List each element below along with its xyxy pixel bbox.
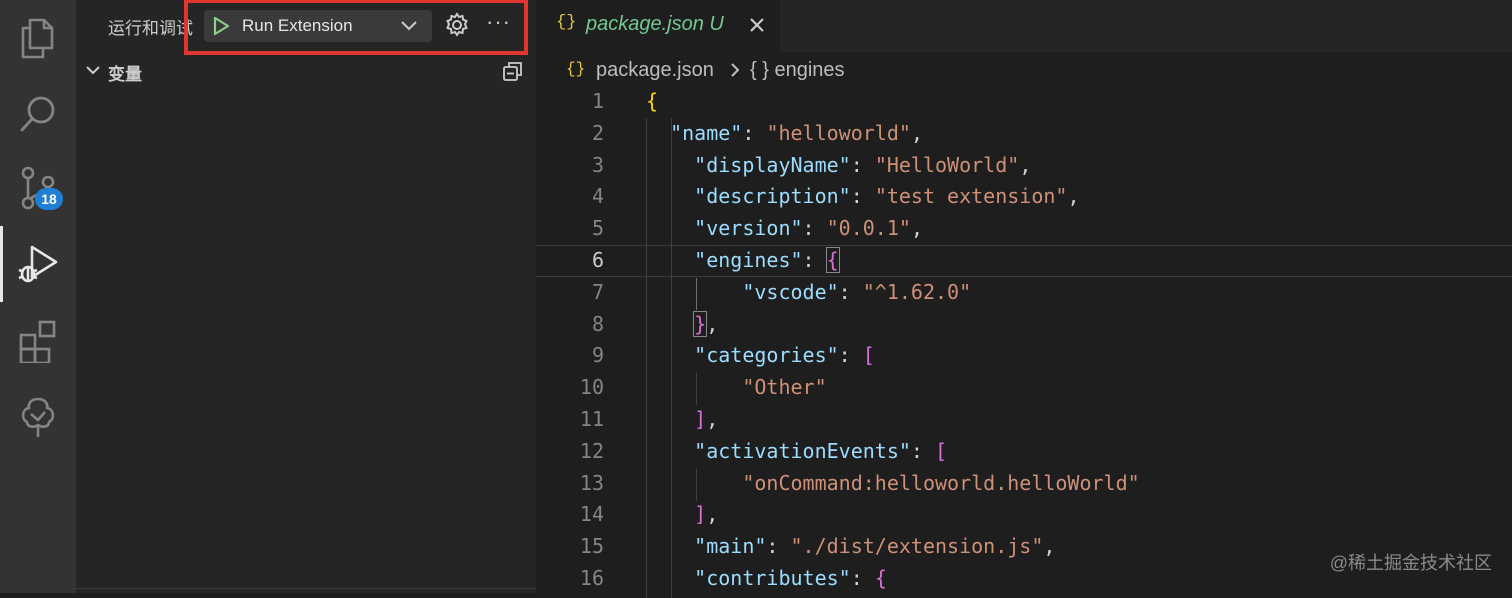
- line-text: "onCommand:helloworld.helloWorld": [742, 470, 1140, 495]
- code-line: 3 "displayName": "HelloWorld",: [536, 150, 1512, 182]
- line-number: 12: [579, 438, 604, 463]
- line-text: "contributes": {: [694, 565, 887, 590]
- code-line: 5 "version": "0.0.1",: [536, 213, 1512, 245]
- extensions-icon: [18, 319, 58, 363]
- line-text: "categories": [: [694, 343, 875, 368]
- line-number: 3: [591, 152, 604, 177]
- source-control-badge: 18: [35, 188, 63, 210]
- code-line: 12 "activationEvents": [: [536, 436, 1512, 468]
- tree-icon: [18, 395, 58, 439]
- more-actions-button[interactable]: ···: [486, 9, 511, 35]
- line-number: 4: [591, 184, 604, 209]
- code-line: 9 "categories": [: [536, 340, 1512, 372]
- remote-explorer-button[interactable]: [0, 379, 76, 455]
- source-control-button[interactable]: [0, 150, 76, 226]
- line-number: 16: [579, 565, 604, 590]
- line-number: 15: [579, 534, 604, 559]
- code-line: 11 ],: [536, 404, 1512, 436]
- tab-package-json[interactable]: {} package.json U: [536, 0, 780, 52]
- line-number: 11: [579, 406, 604, 431]
- line-text: ],: [694, 502, 719, 527]
- line-number: 6: [591, 247, 604, 272]
- indent-guide: [646, 118, 647, 598]
- code-line: 13 "onCommand:helloworld.helloWorld": [536, 468, 1512, 500]
- line-number: 13: [579, 470, 604, 495]
- line-text: "displayName": "HelloWorld",: [694, 152, 1032, 177]
- collapse-all-icon[interactable]: [502, 60, 524, 87]
- editor-group: {} package.json U {} package.json { } en…: [536, 0, 1512, 598]
- code-line: 10 "Other": [536, 372, 1512, 404]
- run-debug-icon: [16, 242, 60, 286]
- line-text: "engines": {: [694, 246, 840, 273]
- sidebar-divider: [76, 588, 536, 593]
- line-text: "vscode": "^1.62.0": [742, 279, 972, 304]
- line-text: {: [646, 89, 659, 113]
- line-text: "description": "test extension",: [694, 184, 1080, 209]
- line-text: "main": "./dist/extension.js",: [694, 534, 1056, 559]
- files-icon: [18, 16, 58, 60]
- code-editor[interactable]: 1{2 "name": "helloworld", 3 "displayName"…: [536, 86, 1512, 598]
- run-debug-button[interactable]: [0, 226, 76, 302]
- line-text: "name": "helloworld",: [670, 120, 923, 145]
- code-line: 7 "vscode": "^1.62.0": [536, 277, 1512, 309]
- extensions-button[interactable]: [0, 303, 76, 379]
- line-text: },: [693, 310, 719, 337]
- line-number: 10: [579, 375, 604, 400]
- highlight-box: [184, 0, 528, 55]
- line-number: 1: [591, 89, 604, 113]
- indent-guide: [671, 118, 672, 598]
- tab-bar: {} package.json U: [536, 0, 1512, 52]
- indent-guide: [696, 469, 697, 501]
- code-line: 1{: [536, 86, 1512, 118]
- line-text: "version": "0.0.1",: [694, 216, 923, 241]
- indent-guide: [696, 278, 697, 310]
- indent-guide: [696, 373, 697, 405]
- breadcrumb-file[interactable]: package.json: [596, 59, 714, 82]
- variables-section-title[interactable]: 变量: [108, 60, 142, 85]
- close-icon[interactable]: [748, 16, 766, 39]
- run-debug-sidebar: 运行和调试 Run Extension ··· 变量: [76, 0, 536, 593]
- breadcrumb-symbol[interactable]: { } engines: [750, 59, 845, 82]
- gear-icon[interactable]: [445, 12, 469, 43]
- code-line: 6 "engines": {: [536, 244, 1512, 277]
- explorer-button[interactable]: [0, 0, 76, 76]
- line-number: 8: [591, 311, 604, 336]
- json-file-icon: {}: [556, 13, 577, 32]
- line-number: 5: [591, 216, 604, 241]
- watermark: @稀土掘金技术社区: [1329, 553, 1492, 573]
- activity-bar: 18: [0, 0, 76, 593]
- line-text: "activationEvents": [: [694, 438, 948, 463]
- sidebar-title: 运行和调试: [108, 19, 193, 38]
- search-icon: [18, 92, 58, 136]
- json-file-icon: {}: [566, 60, 586, 78]
- code-line: 4 "description": "test extension",: [536, 181, 1512, 213]
- line-text: ],: [694, 406, 719, 431]
- line-number: 14: [579, 502, 604, 527]
- chevron-right-icon: [729, 62, 741, 83]
- line-number: 7: [591, 279, 604, 304]
- code-line: 14 ],: [536, 499, 1512, 531]
- line-number: 2: [591, 120, 604, 145]
- tab-label: package.json U: [586, 13, 724, 35]
- chevron-down-icon[interactable]: [84, 62, 102, 83]
- code-line: 2 "name": "helloworld",: [536, 118, 1512, 150]
- line-number: 9: [591, 343, 604, 368]
- line-text: "Other": [742, 375, 827, 400]
- search-button[interactable]: [0, 76, 76, 152]
- code-line: 8 },: [536, 309, 1512, 341]
